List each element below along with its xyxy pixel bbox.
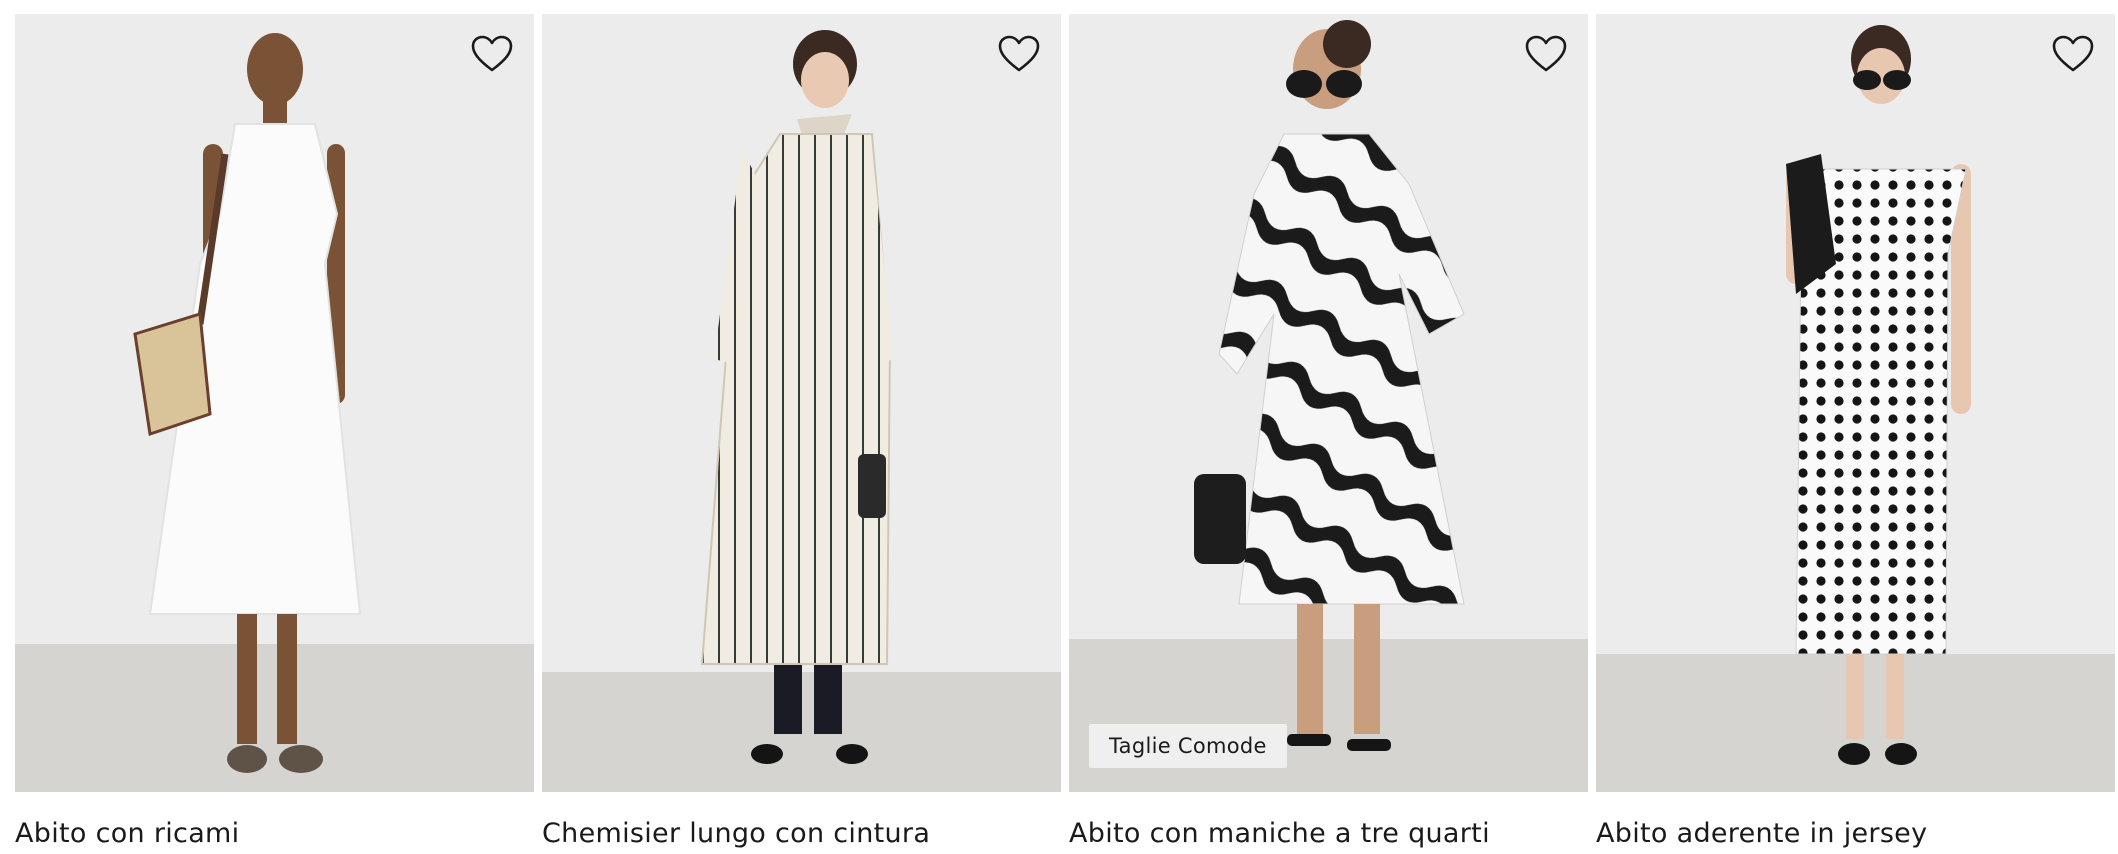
product-title[interactable]: Chemisier lungo con cintura — [542, 818, 1061, 849]
product-card[interactable]: Abito aderente in jersey — [1596, 14, 2115, 849]
product-photo-polka-dot-dress — [1596, 14, 2115, 792]
product-image[interactable] — [15, 14, 534, 792]
favorite-button[interactable] — [997, 34, 1041, 74]
product-card[interactable]: Chemisier lungo con cintura — [542, 14, 1061, 849]
product-card[interactable]: Taglie Comode Abito con maniche a tre qu… — [1069, 14, 1588, 849]
product-title[interactable]: Abito con ricami — [15, 818, 534, 849]
product-card[interactable]: Abito con ricami — [15, 14, 534, 849]
product-grid: Abito con ricami Chemisier lungo con cin… — [15, 14, 2115, 849]
heart-outline-icon — [1525, 35, 1567, 72]
product-photo-white-dress — [15, 14, 534, 792]
favorite-button[interactable] — [1524, 34, 1568, 74]
favorite-button[interactable] — [470, 34, 514, 74]
size-badge: Taglie Comode — [1089, 724, 1287, 768]
product-title[interactable]: Abito con maniche a tre quarti — [1069, 818, 1588, 849]
product-title[interactable]: Abito aderente in jersey — [1596, 818, 2115, 849]
product-image[interactable]: Taglie Comode — [1069, 14, 1588, 792]
product-image[interactable] — [542, 14, 1061, 792]
product-image[interactable] — [1596, 14, 2115, 792]
heart-outline-icon — [2052, 35, 2094, 72]
product-photo-graphic-dress — [1069, 14, 1588, 792]
heart-outline-icon — [471, 35, 513, 72]
heart-outline-icon — [998, 35, 1040, 72]
favorite-button[interactable] — [2051, 34, 2095, 74]
product-photo-striped-shirt-dress — [542, 14, 1061, 792]
